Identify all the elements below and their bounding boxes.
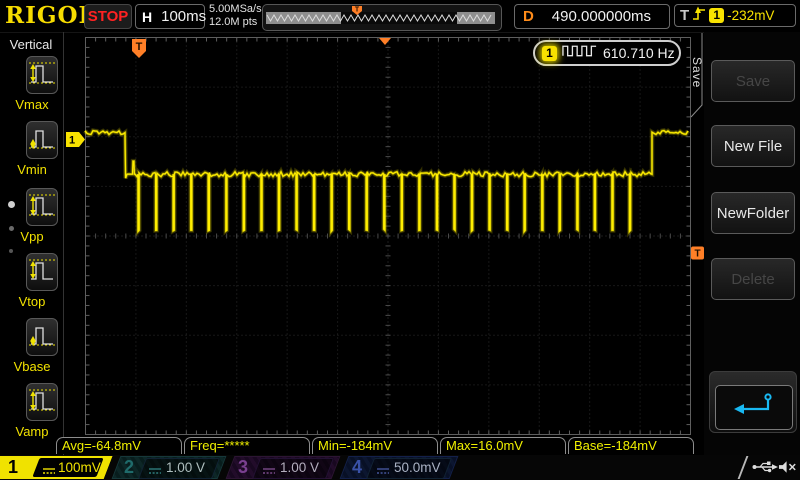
measurement-max: Max=16.0mV [440, 437, 566, 454]
delete-button[interactable]: Delete [711, 258, 795, 300]
square-wave-icon [562, 43, 598, 63]
graticule-and-waveform: T T 1 [0, 0, 800, 480]
rising-edge-icon [692, 5, 706, 27]
left-menu-title: Vertical [0, 37, 62, 52]
dc-coupling-icon [42, 463, 56, 480]
freq-value: 610.710 Hz [603, 45, 675, 61]
measurement-freq: Freq=***** [184, 437, 310, 454]
menu-page-dot-1 [8, 201, 15, 208]
timebase-label: H [142, 9, 152, 25]
trigger-label: T [680, 7, 689, 24]
measure-item-vbase-button[interactable] [26, 318, 58, 356]
measure-item-vmin-label: Vmin [0, 162, 64, 177]
memory-waveform-icon: T [263, 5, 499, 28]
channel-status-bar: 1 100mV 2 1.00 V 3 1.00 V 4 50.0mV [0, 455, 800, 480]
measure-item-vtop-label: Vtop [0, 294, 64, 309]
new-file-button[interactable]: New File [711, 125, 795, 167]
svg-text:1: 1 [69, 135, 75, 147]
svg-text:T: T [355, 7, 360, 14]
timebase-value: 100ms [161, 8, 206, 25]
save-button[interactable]: Save [711, 60, 795, 102]
measurement-min: Min=-184mV [312, 437, 438, 454]
timebase-box: H 100ms [135, 4, 205, 29]
measurement-base: Base=-184mV [568, 437, 694, 454]
menu-back-button[interactable] [715, 385, 793, 430]
channel-4-scale: 50.0mV [394, 455, 441, 480]
menu-page-dot-3 [9, 249, 13, 253]
dc-coupling-icon [262, 463, 276, 480]
vamp-icon [27, 405, 57, 422]
measure-item-vmin-button[interactable] [26, 121, 58, 159]
topbar-divider [0, 32, 800, 33]
trigger-level-value: -232mV [727, 8, 774, 23]
vbase-icon [27, 340, 57, 357]
measure-item-vpp-button[interactable] [26, 188, 58, 226]
measure-item-vtop-button[interactable] [26, 253, 58, 291]
left-menu-divider [63, 32, 64, 455]
vpp-icon [27, 210, 57, 227]
channel-1-number: 1 [8, 455, 18, 480]
memory-position-bar: T [262, 4, 502, 31]
delay-label: D [523, 8, 534, 25]
vtop-icon [27, 275, 57, 292]
channel-3-number: 3 [238, 455, 248, 480]
acquisition-info: 5.00MSa/s 12.0M pts [209, 3, 262, 29]
run-state-badge: STOP [84, 4, 132, 29]
speaker-muted-icon [778, 460, 799, 479]
measure-item-vamp-label: Vamp [0, 424, 64, 439]
svg-text:T: T [136, 41, 143, 53]
measurement-avg: Avg=-64.8mV [56, 437, 182, 454]
return-arrow-icon [732, 391, 776, 424]
measure-item-vbase-label: Vbase [0, 359, 64, 374]
sample-rate: 5.00MSa/s [209, 3, 262, 16]
rigol-logo: RIGOL [5, 2, 96, 29]
usb-icon [752, 460, 778, 479]
channel-4-number: 4 [352, 455, 362, 480]
measure-item-vpp-label: Vpp [0, 229, 64, 244]
freq-channel-badge: 1 [542, 46, 557, 61]
channel-3-scale: 1.00 V [280, 455, 319, 480]
vmin-icon [27, 143, 57, 160]
vmax-icon [27, 78, 57, 95]
delay-box: D 490.000000ms [514, 4, 670, 29]
dc-coupling-icon [376, 463, 390, 480]
svg-text:T: T [694, 249, 700, 260]
measure-item-vmax-label: Vmax [0, 97, 64, 112]
oscilloscope-screen: RIGOL STOP H 100ms 5.00MSa/s 12.0M pts T… [0, 0, 800, 480]
measure-item-vamp-button[interactable] [26, 383, 58, 421]
delay-value: 490.000000ms [534, 8, 669, 25]
channel-1-scale: 100mV [58, 455, 101, 480]
channel-2-number: 2 [124, 455, 134, 480]
dc-coupling-icon [148, 463, 162, 480]
right-menu-tab-label: Save [691, 57, 704, 88]
memory-depth: 12.0M pts [209, 16, 262, 29]
statusbar-divider [738, 456, 749, 479]
new-folder-button[interactable]: NewFolder [711, 192, 795, 234]
trigger-source-badge: 1 [709, 8, 724, 23]
menu-page-dot-2 [9, 226, 14, 231]
channel-2-scale: 1.00 V [166, 455, 205, 480]
measure-item-vmax-button[interactable] [26, 56, 58, 94]
trigger-status-box: T 1 -232mV [674, 4, 796, 27]
frequency-counter: 1 610.710 Hz [533, 40, 681, 66]
